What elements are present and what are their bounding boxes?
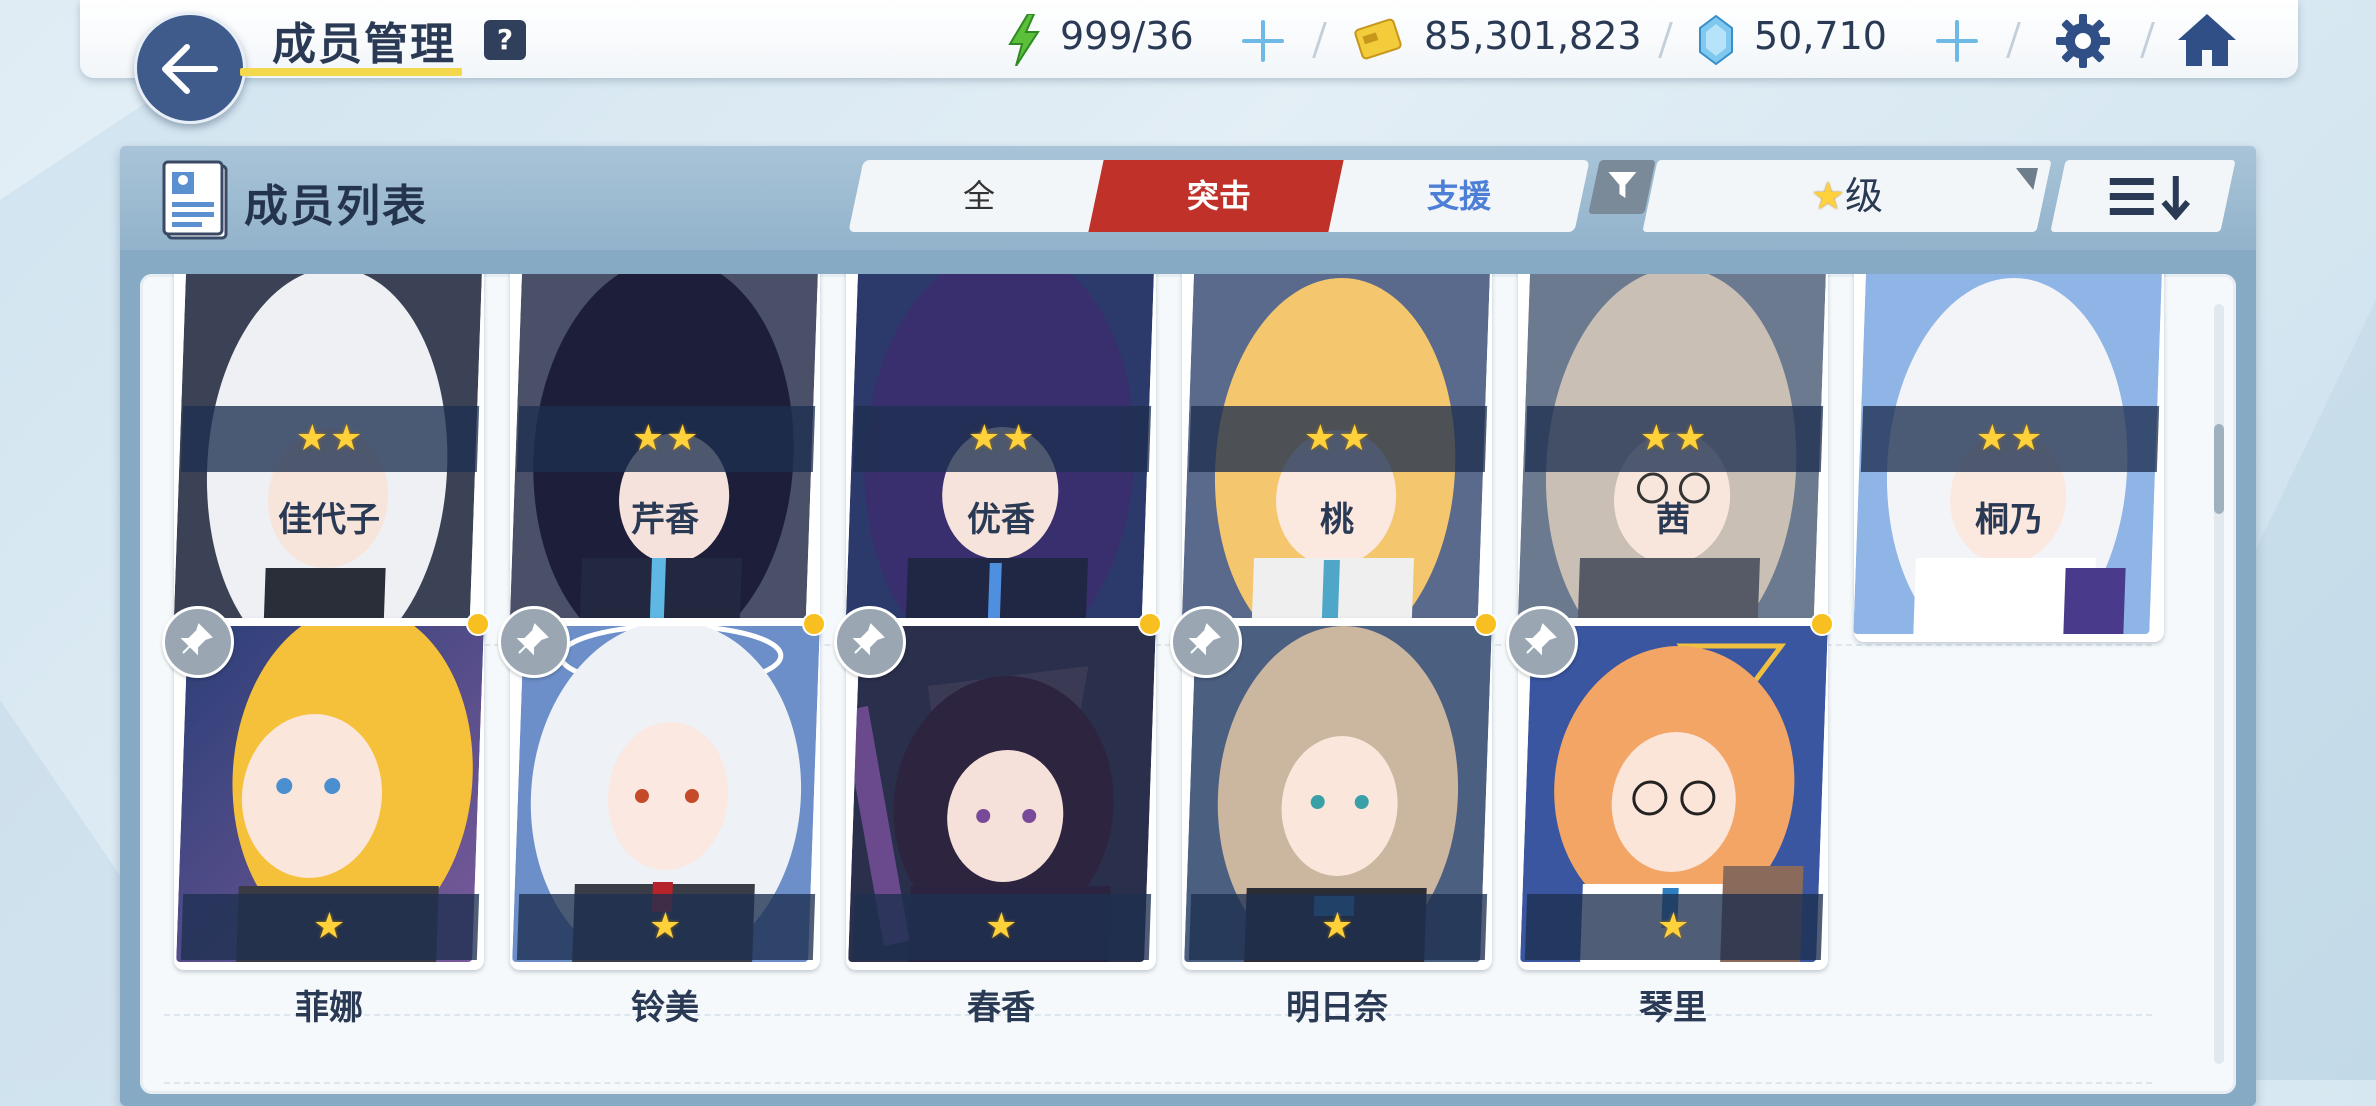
row-divider xyxy=(164,1082,2152,1084)
notification-dot xyxy=(466,612,490,636)
gem-icon xyxy=(1699,14,1733,66)
star-rating: ★ xyxy=(852,894,1152,960)
member-grid[interactable]: ★★ 佳代子 ★★ 芹香 ★★ 优香 ★★ 桃 ★★ 茜 ★★ 桐乃 ★ 菲娜 … xyxy=(140,274,2236,1094)
filter-button[interactable] xyxy=(1588,160,1656,214)
member-card[interactable]: ★★ 优香 xyxy=(845,274,1159,642)
member-name: 菲娜 xyxy=(295,988,363,1028)
add-ap-button[interactable] xyxy=(1238,16,1288,66)
pin-icon xyxy=(180,623,213,656)
member-name: 桐乃 xyxy=(1975,500,2043,540)
star-rating: ★ xyxy=(1188,894,1488,960)
sort-label-wrap: ★级 xyxy=(1650,160,2044,232)
sort-dropdown[interactable]: ★级 xyxy=(1642,160,2052,232)
member-name: 明日奈 xyxy=(1286,988,1388,1028)
member-name: 琴里 xyxy=(1639,988,1707,1028)
tab-all[interactable]: 全 xyxy=(848,160,1110,232)
panel-title: 成员列表 xyxy=(244,181,428,232)
tab-label: 突击 xyxy=(1186,177,1251,215)
star-rating: ★★ xyxy=(852,406,1152,472)
member-card-icon xyxy=(162,160,228,240)
back-button[interactable] xyxy=(134,12,246,124)
pin-button[interactable] xyxy=(1170,606,1242,678)
scrollbar-thumb[interactable] xyxy=(2214,424,2224,514)
pin-button[interactable] xyxy=(1506,606,1578,678)
pin-icon xyxy=(1524,623,1557,656)
credits-value: 85,301,823 xyxy=(1424,14,1642,58)
notification-dot xyxy=(1810,612,1834,636)
member-card[interactable]: ★ 琴里 xyxy=(1506,606,1834,1028)
tab-label: 全 xyxy=(962,177,995,215)
credit-card-icon xyxy=(1354,18,1402,60)
member-card[interactable]: ★★ 佳代子 xyxy=(173,274,487,642)
member-card[interactable]: ★★ 桃 xyxy=(1181,274,1495,642)
tab-label: 支援 xyxy=(1426,177,1491,215)
member-name: 桃 xyxy=(1320,500,1354,540)
star-rating: ★★ xyxy=(180,406,480,472)
page-title: 成员管理 xyxy=(272,19,456,70)
pin-button[interactable] xyxy=(834,606,906,678)
home-icon[interactable] xyxy=(2176,10,2238,70)
member-card[interactable]: ★★ 芹香 xyxy=(509,274,823,642)
member-card[interactable]: ★ 菲娜 xyxy=(162,606,490,1028)
arrow-left-icon xyxy=(162,44,218,94)
add-gems-button[interactable] xyxy=(1932,16,1982,66)
pin-icon xyxy=(516,623,549,656)
tab-support[interactable]: 支援 xyxy=(1328,160,1590,232)
gear-icon[interactable] xyxy=(2054,12,2112,70)
star-rating: ★★ xyxy=(1860,406,2160,472)
pin-icon xyxy=(852,623,885,656)
tab-striker[interactable]: 突击 xyxy=(1088,160,1350,232)
member-card[interactable]: ★ 明日奈 xyxy=(1170,606,1498,1028)
member-list-panel: 成员列表 全 突击 支援 ★级 ★★ 佳代子 ★★ 芹香 ★★ 优香 ★★ 桃 … xyxy=(120,146,2256,1106)
member-card[interactable]: ★ 铃美 xyxy=(498,606,826,1028)
filter-icon xyxy=(1608,172,1637,198)
member-name: 佳代子 xyxy=(278,500,380,540)
star-rating: ★ xyxy=(180,894,480,960)
notification-dot xyxy=(802,612,826,636)
notification-dot xyxy=(1138,612,1162,636)
pin-icon xyxy=(1188,623,1221,656)
pin-button[interactable] xyxy=(498,606,570,678)
lightning-icon xyxy=(1008,14,1040,66)
member-name: 春香 xyxy=(967,988,1035,1028)
gems-value: 50,710 xyxy=(1754,14,1887,58)
help-button[interactable]: ? xyxy=(484,20,526,60)
member-card[interactable]: ★★ 桐乃 xyxy=(1853,274,2167,642)
sort-descending-icon xyxy=(2109,176,2191,220)
member-name: 芹香 xyxy=(631,500,699,540)
member-card[interactable]: ★ 春香 xyxy=(834,606,1162,1028)
notification-dot xyxy=(1474,612,1498,636)
star-rating: ★ xyxy=(516,894,816,960)
member-name: 优香 xyxy=(967,500,1035,540)
scrollbar-track[interactable] xyxy=(2214,304,2224,1064)
member-name: 茜 xyxy=(1656,500,1690,540)
panel-header: 成员列表 全 突击 支援 ★级 xyxy=(120,146,2256,250)
star-rating: ★★ xyxy=(516,406,816,472)
star-rating: ★ xyxy=(1524,894,1824,960)
star-rating: ★★ xyxy=(1188,406,1488,472)
star-icon: ★ xyxy=(1810,174,1846,218)
sort-order-button[interactable] xyxy=(2050,160,2236,232)
member-name: 铃美 xyxy=(631,988,699,1028)
pin-button[interactable] xyxy=(162,606,234,678)
ap-value: 999/36 xyxy=(1060,14,1194,58)
star-rating: ★★ xyxy=(1524,406,1824,472)
sort-label: 级 xyxy=(1845,174,1884,218)
dropdown-corner-icon xyxy=(2011,168,2038,190)
member-card[interactable]: ★★ 茜 xyxy=(1517,274,1831,642)
